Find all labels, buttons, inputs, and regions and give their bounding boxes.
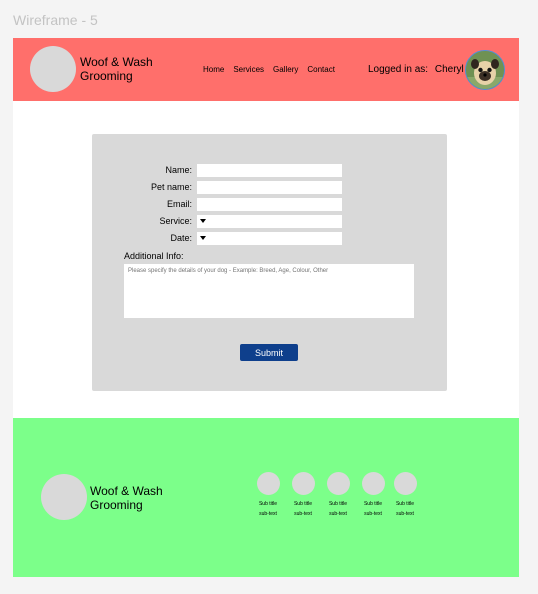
footer-logo-placeholder[interactable] <box>41 474 87 520</box>
dropdown-arrow-icon <box>200 236 206 240</box>
footer-item-image <box>256 472 280 495</box>
pet-name-input[interactable] <box>197 181 342 194</box>
pug-photo-icon <box>466 51 504 89</box>
name-input[interactable] <box>197 164 342 177</box>
brand-name: Woof & Wash Grooming <box>80 55 153 83</box>
site-footer: Woof & Wash Grooming Sub title sub-text … <box>13 418 519 577</box>
footer-item-image <box>291 472 315 495</box>
service-row: Service: <box>92 215 447 228</box>
service-label: Service: <box>159 216 192 226</box>
logged-in-label: Logged in as: <box>368 64 429 75</box>
footer-item-title: Sub title <box>328 501 348 507</box>
nav-home[interactable]: Home <box>203 65 224 74</box>
footer-item-image <box>326 472 350 495</box>
login-status: Logged in as: Cheryl <box>368 64 464 75</box>
additional-info-label: Additional Info: <box>124 251 184 261</box>
footer-item-subtext: sub-text <box>329 511 347 517</box>
logo-placeholder[interactable] <box>30 46 76 92</box>
footer-item[interactable]: Sub title sub-text <box>283 472 323 517</box>
user-avatar[interactable] <box>465 50 505 90</box>
footer-item-image <box>361 472 385 495</box>
footer-brand-name: Woof & Wash Grooming <box>90 484 163 512</box>
dropdown-arrow-icon <box>200 219 206 223</box>
footer-item-title: Sub title <box>258 501 278 507</box>
nav-contact[interactable]: Contact <box>307 65 335 74</box>
date-select[interactable] <box>197 232 342 245</box>
wireframe-page: Woof & Wash Grooming Home Services Galle… <box>13 38 519 577</box>
date-row: Date: <box>92 232 447 245</box>
name-label: Name: <box>165 165 192 175</box>
booking-form: Name: Pet name: Email: Service: Date: Ad… <box>92 134 447 391</box>
pet-name-label: Pet name: <box>150 182 192 192</box>
email-row: Email: <box>92 198 447 211</box>
footer-item-subtext: sub-text <box>294 511 312 517</box>
footer-item[interactable]: Sub title sub-text <box>318 472 358 517</box>
footer-item-image <box>393 472 417 495</box>
nav-services[interactable]: Services <box>233 65 264 74</box>
footer-item-title: Sub title <box>395 501 415 507</box>
site-header: Woof & Wash Grooming Home Services Galle… <box>13 38 519 101</box>
submit-button[interactable]: Submit <box>240 344 298 361</box>
name-row: Name: <box>92 164 447 177</box>
email-label: Email: <box>166 199 192 209</box>
footer-item-title: Sub title <box>293 501 313 507</box>
footer-item-subtext: sub-text <box>259 511 277 517</box>
frame-label: Wireframe - 5 <box>13 12 98 28</box>
date-label: Date: <box>170 233 192 243</box>
footer-item[interactable]: Sub title sub-text <box>385 472 425 517</box>
footer-item[interactable]: Sub title sub-text <box>248 472 288 517</box>
user-name[interactable]: Cheryl <box>435 64 464 75</box>
nav-gallery[interactable]: Gallery <box>273 65 298 74</box>
pet-name-row: Pet name: <box>92 181 447 194</box>
service-select[interactable] <box>197 215 342 228</box>
additional-info-textarea[interactable] <box>124 264 414 318</box>
main-nav: Home Services Gallery Contact <box>203 65 344 74</box>
footer-item-subtext: sub-text <box>396 511 414 517</box>
email-input[interactable] <box>197 198 342 211</box>
